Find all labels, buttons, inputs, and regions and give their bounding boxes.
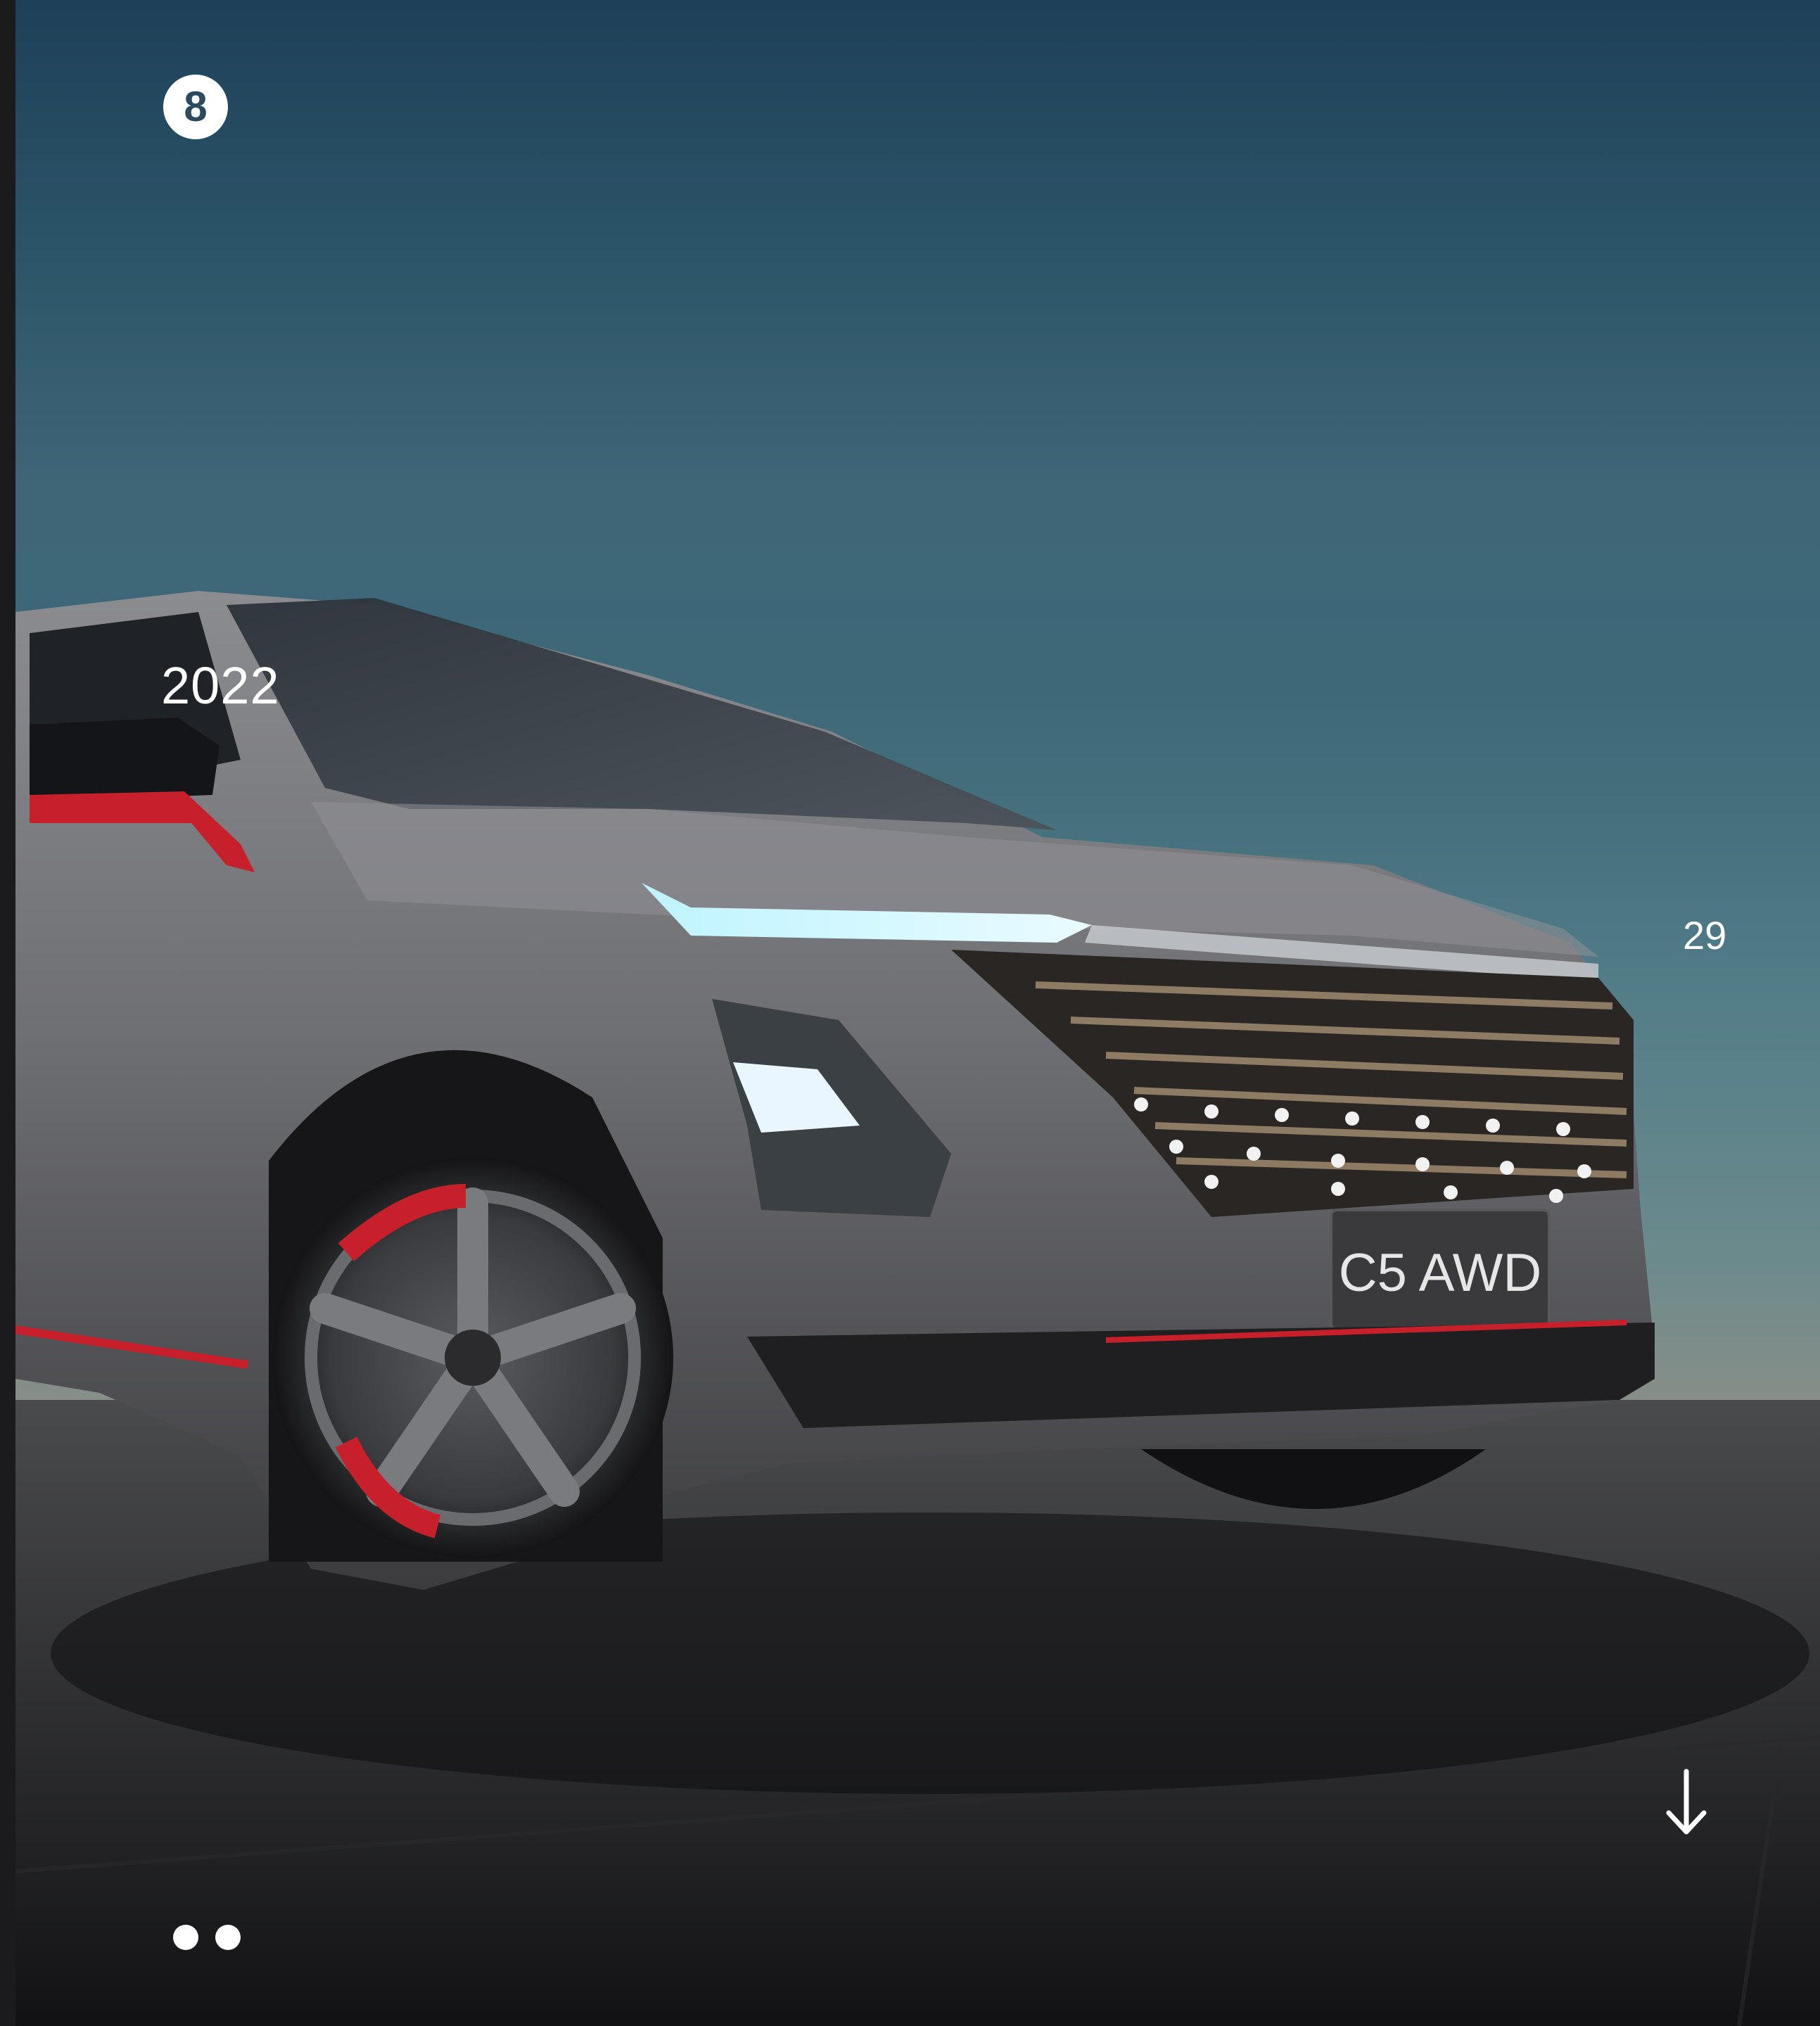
- page-indicator: [173, 1925, 241, 1950]
- car-photo: C5 AWD: [15, 591, 1820, 2026]
- license-plate-text: C5 AWD: [1339, 1243, 1542, 1303]
- hero-image: C5 AWD 8 2022 29: [15, 0, 1820, 2026]
- screen: C5 AWD 8 2022 29: [0, 0, 1820, 2026]
- year-label: 2022: [161, 656, 280, 715]
- left-bezel: [0, 0, 15, 2026]
- brand-badge-text: 8: [184, 83, 208, 130]
- page-dot[interactable]: [215, 1925, 241, 1950]
- day-label: 29: [1683, 913, 1727, 957]
- brand-badge-icon: 8: [163, 75, 228, 139]
- arrow-down-icon[interactable]: [1662, 1767, 1711, 1837]
- page-dot[interactable]: [173, 1925, 198, 1950]
